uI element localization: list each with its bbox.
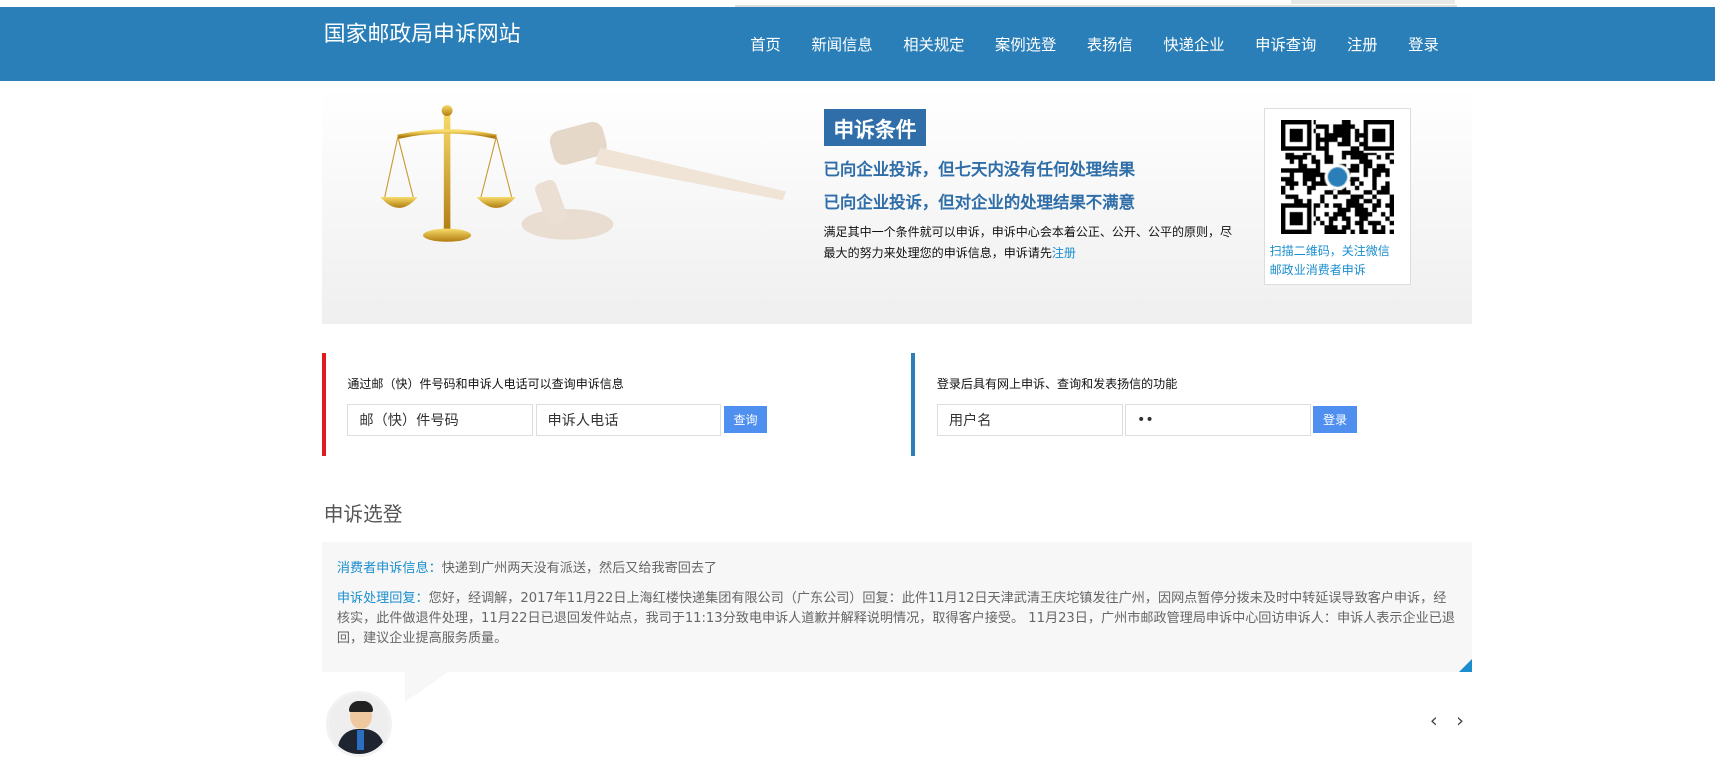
consumer-label: 消费者申诉信息： — [336, 560, 442, 576]
tracking-number-input[interactable] — [347, 403, 534, 437]
description-text: 满足其中一个条件就可以申诉，申诉中心会本着公正、公开、公平的原则，尽最大的努力来… — [823, 225, 1233, 260]
nav-home[interactable]: 首页 — [735, 33, 796, 55]
nav-cases[interactable]: 案例选登 — [980, 33, 1072, 55]
username-input[interactable] — [936, 403, 1123, 437]
complaint-reply: 申诉处理回复：您好，经调解，2017年11月22日上海红楼快递集团有限公司（广东… — [337, 589, 1457, 648]
condition-2: 已向企业投诉，但对企业的处理结果不满意 — [823, 193, 1135, 213]
site-header: 国家邮政局申诉网站 首页 新闻信息 相关规定 案例选登 表扬信 快递企业 申诉查… — [0, 6, 1715, 81]
nav-login[interactable]: 登录 — [1393, 33, 1454, 55]
reply-text: 您好，经调解，2017年11月22日上海红楼快递集团有限公司（广东公司）回复：此… — [336, 591, 1455, 646]
corner-marker — [1459, 658, 1473, 672]
nav-regulations[interactable]: 相关规定 — [888, 33, 980, 55]
complaint-conditions-banner: 申诉条件 已向企业投诉，但七天内没有任何处理结果 已向企业投诉，但对企业的处理结… — [321, 87, 1473, 324]
condition-1: 已向企业投诉，但七天内没有任何处理结果 — [823, 160, 1135, 180]
carousel-controls: ‹ › — [1425, 709, 1469, 732]
conditions-tag: 申诉条件 — [823, 109, 927, 146]
consumer-complaint: 消费者申诉信息：快递到广州两天没有派送，然后又给我寄回去了 — [337, 559, 1457, 579]
nav-complaint-query[interactable]: 申诉查询 — [1240, 33, 1332, 55]
speech-tail — [404, 671, 448, 703]
login-hint: 登录后具有网上申诉、查询和发表扬信的功能 — [936, 377, 1178, 392]
chevron-left-icon[interactable]: ‹ — [1425, 709, 1442, 732]
login-button[interactable]: 登录 — [1313, 405, 1357, 434]
main-nav: 首页 新闻信息 相关规定 案例选登 表扬信 快递企业 申诉查询 注册 登录 — [735, 33, 1454, 55]
reply-label: 申诉处理回复： — [336, 591, 429, 607]
complaint-query-panel: 通过邮（快）件号码和申诉人电话可以查询申诉信息 查询 — [321, 353, 891, 457]
nav-express-companies[interactable]: 快递企业 — [1148, 33, 1240, 55]
register-link[interactable]: 注册 — [1052, 246, 1076, 260]
nav-news[interactable]: 新闻信息 — [796, 33, 888, 55]
conditions-description: 满足其中一个条件就可以申诉，申诉中心会本着公正、公开、公平的原则，尽最大的努力来… — [824, 222, 1240, 264]
nav-praise[interactable]: 表扬信 — [1072, 33, 1149, 55]
qr-caption-2: 邮政业消费者申诉 — [1269, 263, 1366, 278]
qr-code-icon — [1280, 120, 1395, 234]
chevron-right-icon[interactable]: › — [1451, 709, 1468, 732]
query-hint: 通过邮（快）件号码和申诉人电话可以查询申诉信息 — [347, 377, 624, 392]
complainant-phone-input[interactable] — [535, 403, 722, 437]
avatar — [325, 691, 392, 757]
qr-caption-1: 扫描二维码，关注微信 — [1269, 243, 1390, 258]
nav-register[interactable]: 注册 — [1332, 33, 1393, 55]
wechat-qr-card: 扫描二维码，关注微信 邮政业消费者申诉 — [1264, 108, 1411, 286]
site-title[interactable]: 国家邮政局申诉网站 — [324, 17, 521, 48]
login-panel: 登录后具有网上申诉、查询和发表扬信的功能 登录 — [911, 353, 1480, 457]
password-input[interactable] — [1125, 403, 1311, 437]
case-message: 消费者申诉信息：快递到广州两天没有派送，然后又给我寄回去了 申诉处理回复：您好，… — [321, 542, 1473, 672]
scales-and-gavel-image — [380, 104, 787, 242]
query-button[interactable]: 查询 — [723, 405, 768, 434]
consumer-text: 快递到广州两天没有派送，然后又给我寄回去了 — [441, 560, 718, 576]
cases-title: 申诉选登 — [323, 502, 403, 526]
